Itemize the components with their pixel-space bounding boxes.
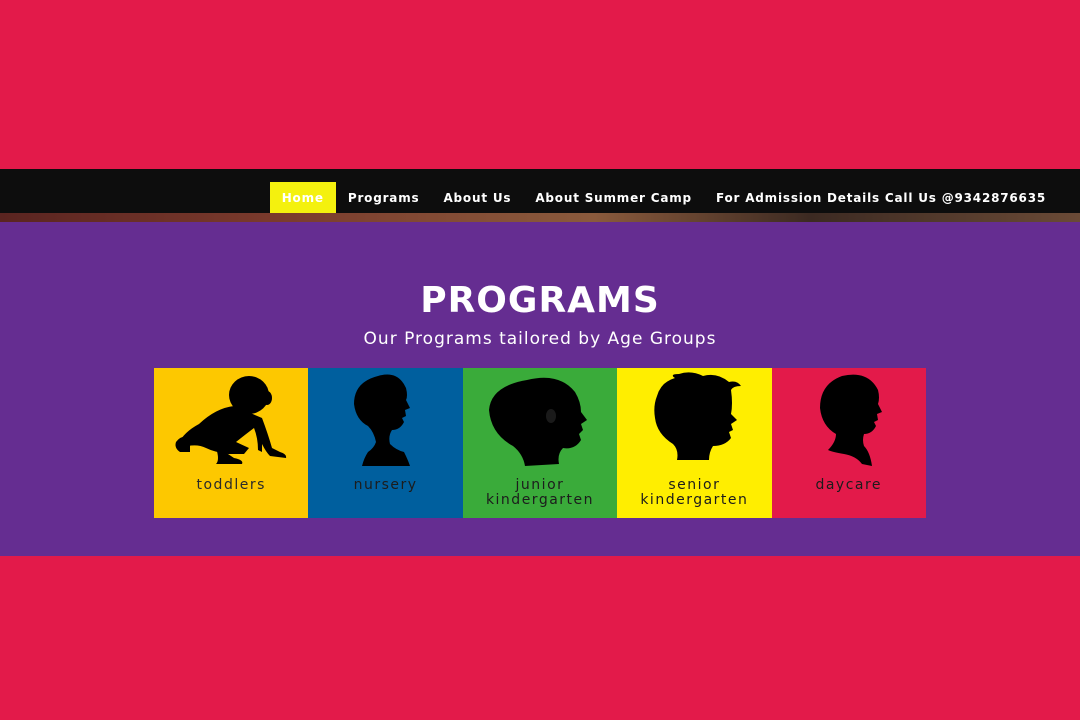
nav-item-home[interactable]: Home [269,182,336,214]
nav-item-about-summer-camp[interactable]: About Summer Camp [523,182,704,214]
program-card-junior-kindergarten[interactable]: junior kindergarten [462,368,618,518]
kid-profile-silhouette-icon [819,374,882,466]
nav-item-admission-call[interactable]: For Admission Details Call Us @934287663… [704,182,1058,214]
program-card-daycare[interactable]: daycare [771,368,926,518]
boy-profile-silhouette-icon [654,372,742,460]
nav-item-programs[interactable]: Programs [336,182,432,214]
program-card-nursery[interactable]: nursery [308,368,463,518]
program-label-nursery: nursery [353,477,418,493]
programs-title: PROGRAMS [420,280,660,321]
nav-item-about-us[interactable]: About Us [431,182,523,214]
program-label-senior-kindergarten: senior kindergarten [640,477,749,508]
programs-section: PROGRAMS Our Programs tailored by Age Gr… [0,222,1080,556]
toddler-profile-silhouette-icon [354,374,411,466]
program-label-daycare: daycare [815,477,883,493]
program-cards: toddlers nursery junior kindergarten sen… [154,368,926,518]
child-profile-silhouette-icon [488,377,587,466]
program-card-senior-kindergarten[interactable]: senior kindergarten [617,368,772,518]
program-card-toddlers[interactable]: toddlers [154,368,309,518]
header-photo-strip [0,213,1080,222]
programs-subtitle: Our Programs tailored by Age Groups [363,329,717,349]
program-label-toddlers: toddlers [196,477,266,493]
top-navbar: Home Programs About Us About Summer Camp… [0,169,1080,216]
crawling-baby-silhouette-icon [175,376,287,464]
nav-menu: Home Programs About Us About Summer Camp… [269,182,1058,214]
program-label-junior-kindergarten: junior kindergarten [485,477,595,508]
